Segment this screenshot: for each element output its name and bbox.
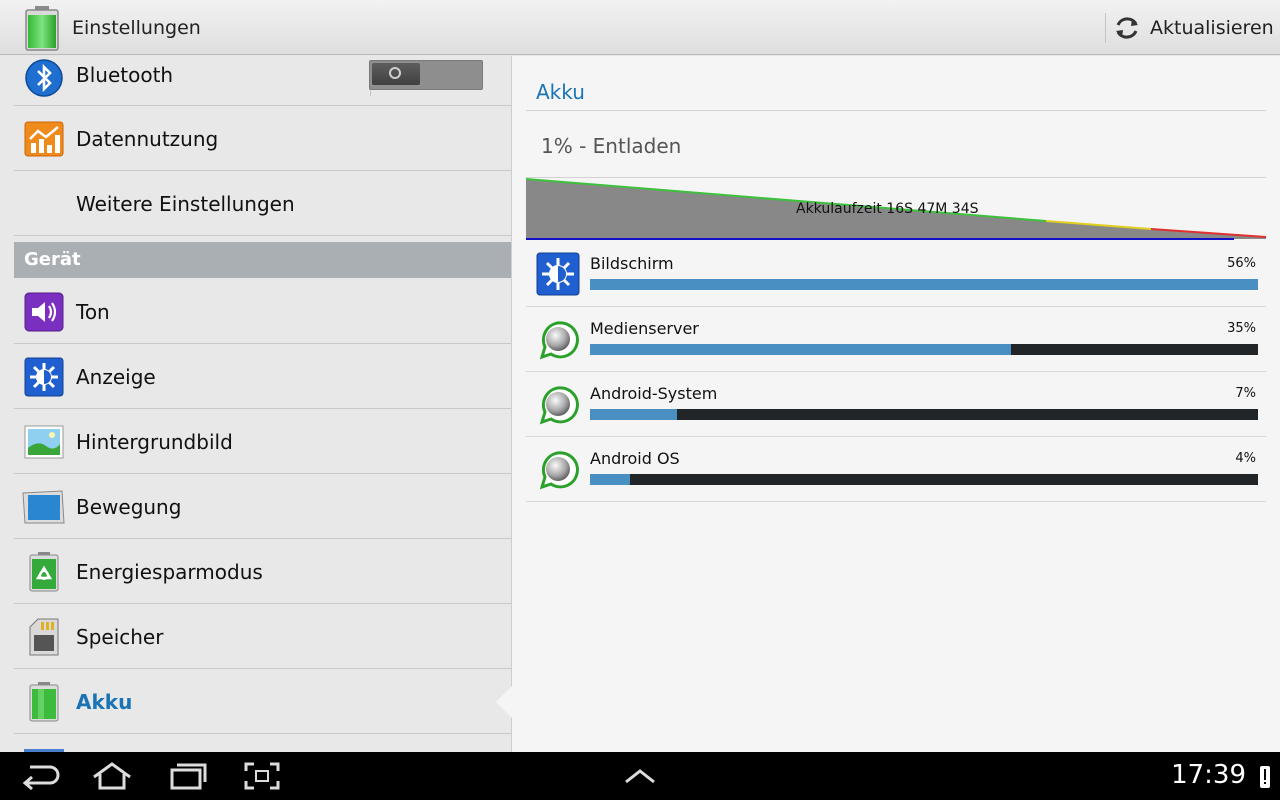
usage-percent: 56% [1227, 256, 1256, 271]
usage-name: Medienserver [590, 319, 699, 338]
battery-icon [29, 682, 59, 722]
android-system-icon [539, 321, 579, 360]
battery-icon[interactable] [24, 5, 60, 51]
power-saving-icon [29, 552, 59, 592]
settings-list: Bluetooth Datennutzung Weitere Einstellu… [0, 56, 512, 752]
page-title: Einstellungen [72, 17, 201, 39]
usage-bar [590, 344, 1258, 355]
section-header-label: Gerät [24, 249, 81, 270]
sidebar-item-motion[interactable]: Bewegung [14, 475, 511, 539]
usage-bar [590, 279, 1258, 290]
up-arrow-icon [625, 769, 655, 784]
storage-icon [29, 618, 59, 656]
usage-bar-fill [590, 474, 631, 485]
usage-bar-fill [590, 344, 1011, 355]
usage-bar [590, 409, 1258, 420]
home-button[interactable] [90, 758, 134, 794]
sidebar-item-storage[interactable]: Speicher [14, 605, 511, 669]
sidebar-item-label: Hintergrundbild [76, 429, 233, 454]
usage-row-media-server[interactable]: Medienserver 35% [526, 307, 1266, 372]
system-navigation-bar: 17:39 [0, 752, 1280, 800]
screenshot-button[interactable] [240, 758, 284, 794]
data-usage-icon [24, 121, 64, 157]
section-header-device: Gerät [14, 242, 511, 278]
back-icon [22, 765, 60, 791]
usage-row-android-system[interactable]: Android-System 7% [526, 372, 1266, 437]
sidebar-item-wallpaper[interactable]: Hintergrundbild [14, 410, 511, 474]
bluetooth-toggle[interactable] [369, 60, 483, 90]
expand-button[interactable] [618, 758, 662, 794]
usage-name: Bildschirm [590, 254, 674, 273]
battery-detail-panel: Akku 1% - Entladen Akkulaufzeit 16S 47M … [512, 56, 1280, 752]
display-icon [24, 357, 64, 397]
sidebar-item-label: Akku [76, 689, 133, 714]
usage-row-android-os[interactable]: Android OS 4% [526, 437, 1266, 502]
sidebar-item-label: Weitere Einstellungen [76, 191, 295, 216]
back-button[interactable] [18, 758, 62, 794]
usage-row-display[interactable]: Bildschirm 56% [526, 242, 1266, 307]
sidebar-item-bluetooth[interactable]: Bluetooth [14, 56, 511, 106]
recent-apps-icon [170, 763, 207, 790]
refresh-label: Aktualisieren [1150, 17, 1274, 39]
battery-history-graph[interactable]: Akkulaufzeit 16S 47M 34S [525, 177, 1267, 241]
sound-icon [24, 292, 64, 332]
action-bar: Einstellungen Aktualisieren [0, 0, 1280, 55]
sidebar-item-label: Bluetooth [76, 63, 174, 87]
motion-icon [22, 490, 65, 524]
sidebar-item-battery[interactable]: Akku [14, 670, 511, 734]
battery-time-label: Akkulaufzeit 16S 47M 34S [796, 201, 979, 217]
sidebar-item-more-settings[interactable]: Weitere Einstellungen [14, 172, 511, 236]
refresh-button[interactable]: Aktualisieren [1112, 10, 1274, 46]
sidebar-item-label: Anzeige [76, 364, 156, 389]
usage-bar-fill [590, 279, 1258, 290]
sidebar-item-label: Ton [76, 299, 110, 324]
usage-bar-fill [590, 409, 677, 420]
android-system-icon [539, 451, 579, 490]
usage-percent: 4% [1235, 451, 1256, 466]
home-icon [93, 762, 131, 790]
usage-percent: 35% [1227, 321, 1256, 336]
sidebar-item-power-saving[interactable]: Energiesparmodus [14, 540, 511, 604]
sidebar-item-sound[interactable]: Ton [14, 280, 511, 344]
usage-percent: 7% [1235, 386, 1256, 401]
sidebar-item-label: Speicher [76, 624, 164, 649]
sidebar-item-partial [14, 735, 511, 752]
sidebar-item-label: Datennutzung [76, 126, 219, 151]
recent-apps-button[interactable] [166, 758, 210, 794]
display-icon [536, 252, 580, 296]
battery-status: 1% - Entladen [541, 134, 682, 158]
sidebar-item-display[interactable]: Anzeige [14, 345, 511, 409]
refresh-icon [1116, 17, 1138, 39]
android-system-icon [539, 386, 579, 425]
divider [1105, 13, 1106, 43]
clock[interactable]: 17:39 [1171, 760, 1246, 790]
notification-alert-icon[interactable] [1260, 766, 1270, 788]
sidebar-item-data-usage[interactable]: Datennutzung [14, 107, 511, 171]
screenshot-icon [244, 762, 280, 790]
selection-pointer [496, 686, 512, 718]
usage-name: Android OS [590, 449, 680, 468]
sidebar-item-label: Energiesparmodus [76, 559, 263, 584]
bluetooth-icon [25, 59, 63, 97]
divider [526, 110, 1266, 111]
toggle-knob [372, 63, 420, 85]
usage-name: Android-System [590, 384, 718, 403]
sidebar-item-label: Bewegung [76, 494, 182, 519]
panel-title: Akku [536, 80, 585, 104]
wallpaper-icon [24, 425, 64, 459]
usage-bar [590, 474, 1258, 485]
